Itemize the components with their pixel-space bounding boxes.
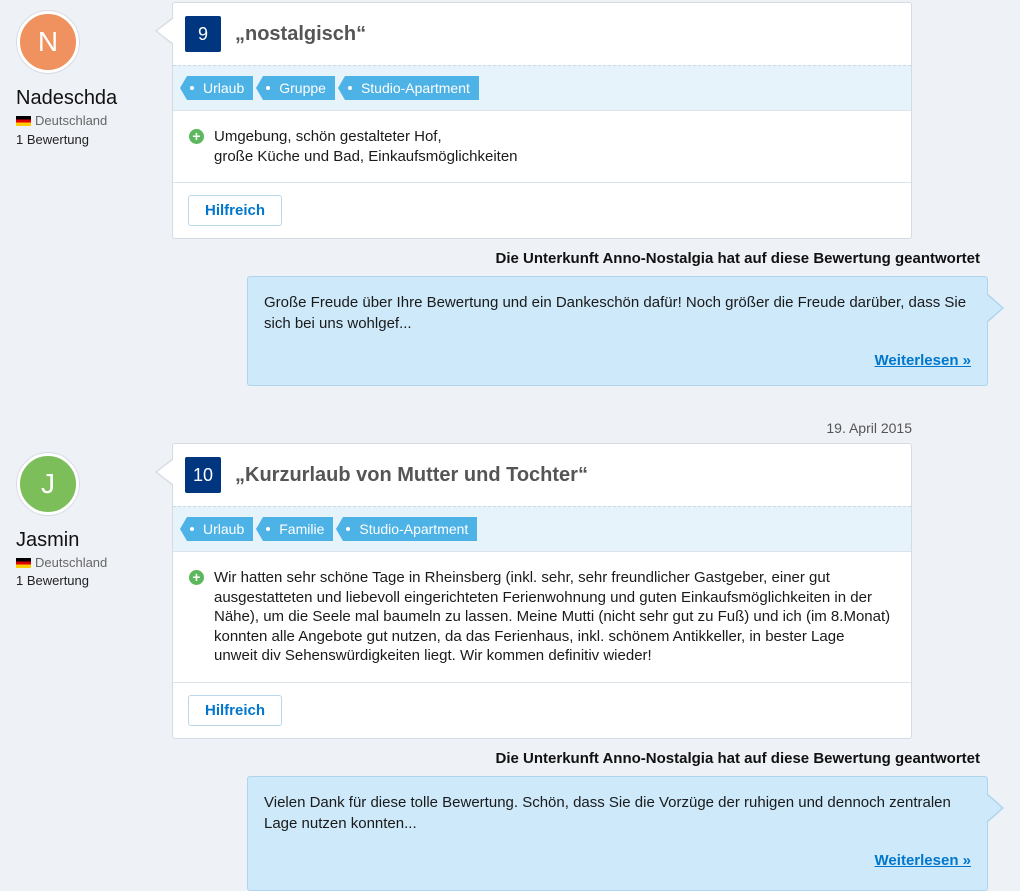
review-count: 1 Bewertung [16,132,89,147]
pros-text: Umgebung, schön gestalteter Hof, große K… [214,128,518,165]
review-pros: + Wir hatten sehr schöne Tage in Rheinsb… [173,552,911,683]
reviewer-country: Deutschland [16,113,107,128]
plus-icon: + [189,129,204,144]
read-more-link[interactable]: Weiterlesen » [875,852,971,869]
pros-text: Wir hatten sehr schöne Tage in Rheinsber… [214,569,891,664]
host-reply: Vielen Dank für diese tolle Bewertung. S… [247,776,1004,891]
host-reply: Große Freude über Ihre Bewertung und ein… [247,276,1004,386]
reply-heading: Die Unterkunft Anno-Nostalgia hat auf di… [495,250,980,267]
review-footer: Hilfreich [173,183,911,238]
score-badge: 10 [185,457,221,493]
plus-icon: + [189,570,204,585]
german-flag-icon [16,115,31,126]
country-label: Deutschland [35,555,108,570]
avatar: N [17,11,79,73]
reviewer-name: Nadeschda [16,87,118,109]
tag[interactable]: Studio-Apartment [337,76,479,100]
review-pros: + Umgebung, schön gestalteter Hof, große… [173,111,911,183]
tag[interactable]: Urlaub [179,517,254,541]
tag[interactable]: Urlaub [179,76,254,100]
review-card: 10 „Kurzurlaub von Mutter und Tochter“ U… [155,443,912,739]
reply-text: Vielen Dank für diese tolle Bewertung. S… [264,794,951,832]
reviewer-country: Deutschland [16,555,107,570]
helpful-button[interactable]: Hilfreich [188,694,283,726]
review-footer: Hilfreich [173,683,911,738]
review-date: 19. April 2015 [826,420,912,436]
tag-list: Urlaub Gruppe Studio-Apartment [173,65,911,111]
tag-list: Urlaub Familie Studio-Apartment [173,506,911,552]
reviewer-name: Jasmin [16,529,80,551]
review-title: „Kurzurlaub von Mutter und Tochter“ [235,463,588,486]
review-header: 10 „Kurzurlaub von Mutter und Tochter“ [173,444,911,506]
german-flag-icon [16,557,31,568]
avatar: J [17,453,79,515]
tag[interactable]: Gruppe [256,76,335,100]
tag[interactable]: Studio-Apartment [336,517,478,541]
review-title: „nostalgisch“ [235,22,367,45]
reply-text: Große Freude über Ihre Bewertung und ein… [264,294,967,332]
review-header: 9 „nostalgisch“ [173,3,911,65]
review-card: 9 „nostalgisch“ Urlaub Gruppe Studio-Apa… [155,2,912,239]
review-count: 1 Bewertung [16,573,89,588]
score-badge: 9 [185,16,221,52]
reply-heading: Die Unterkunft Anno-Nostalgia hat auf di… [495,750,980,767]
tag[interactable]: Familie [256,517,334,541]
helpful-button[interactable]: Hilfreich [188,195,283,226]
country-label: Deutschland [35,113,108,128]
read-more-link[interactable]: Weiterlesen » [875,352,971,369]
